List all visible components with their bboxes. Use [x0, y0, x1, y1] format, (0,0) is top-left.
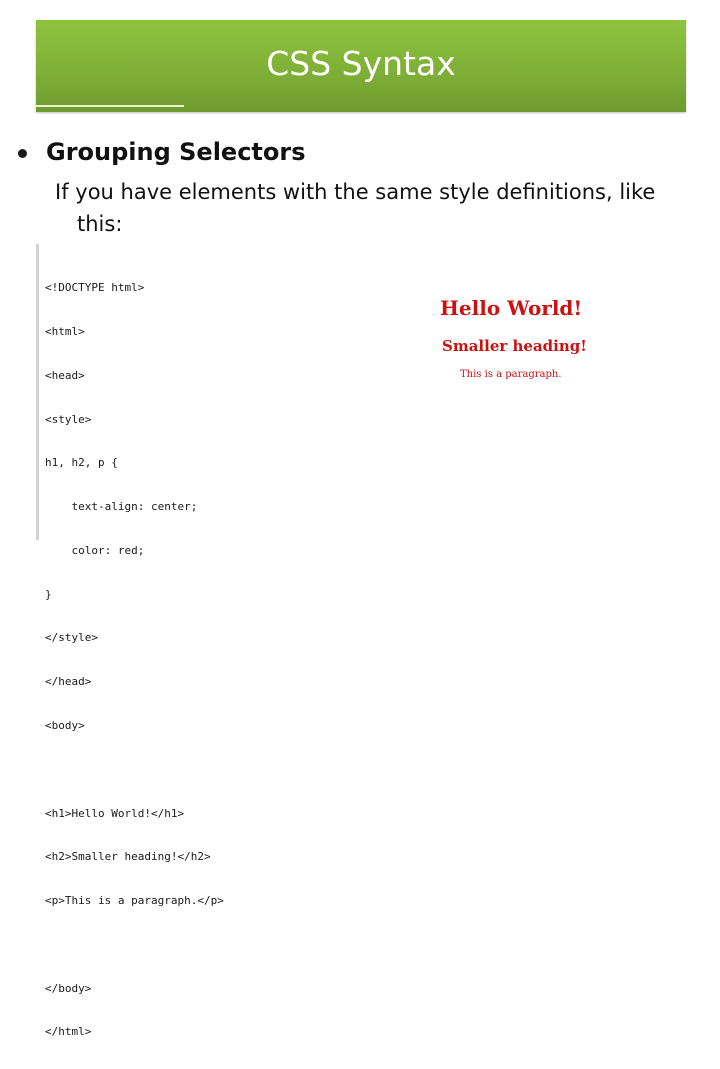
code-line: text-align: center;	[45, 500, 198, 514]
code-line: <html>	[45, 324, 85, 338]
bullet-dot-icon	[18, 148, 27, 158]
code-line: </body>	[45, 981, 92, 995]
code-line: <body>	[45, 719, 85, 732]
code-line: </html>	[45, 1025, 92, 1039]
code-line: <p>This is a paragraph.</p>	[45, 894, 224, 908]
bullet-heading: Grouping Selectors	[46, 138, 306, 166]
bullet-item: Grouping Selectors	[18, 134, 306, 170]
code-line: <head>	[45, 368, 85, 382]
code-line: color: red;	[45, 543, 145, 557]
body-text-line-2: this:	[77, 212, 123, 236]
code-line: <style>	[45, 412, 92, 426]
title-bar: CSS Syntax	[36, 20, 686, 112]
rendered-preview: Hello World! Smaller heading! This is a …	[440, 294, 680, 382]
code-line: <h1>Hello World!</h1>	[45, 806, 185, 820]
body-text-line-1: If you have elements with the same style…	[55, 180, 656, 204]
code-line: }	[45, 587, 52, 601]
preview-heading-1: Hello World!	[440, 296, 583, 320]
code-line: </head>	[45, 675, 92, 689]
title-underline	[36, 105, 184, 107]
code-screenshot: <!DOCTYPE html> <html> <head> <style> h1…	[36, 244, 257, 1038]
code-line: h1, h2, p {	[45, 456, 118, 470]
code-block: <!DOCTYPE html> <html> <head> <style> h1…	[45, 252, 224, 1069]
preview-paragraph: This is a paragraph.	[460, 369, 562, 380]
code-line: <!DOCTYPE html>	[45, 281, 145, 295]
code-line: </style>	[45, 631, 98, 645]
code-line: <h2>Smaller heading!</h2>	[45, 850, 211, 864]
body-text: If you have elements with the same style…	[55, 176, 715, 240]
preview-heading-2: Smaller heading!	[442, 337, 587, 355]
slide-title: CSS Syntax	[266, 44, 456, 83]
